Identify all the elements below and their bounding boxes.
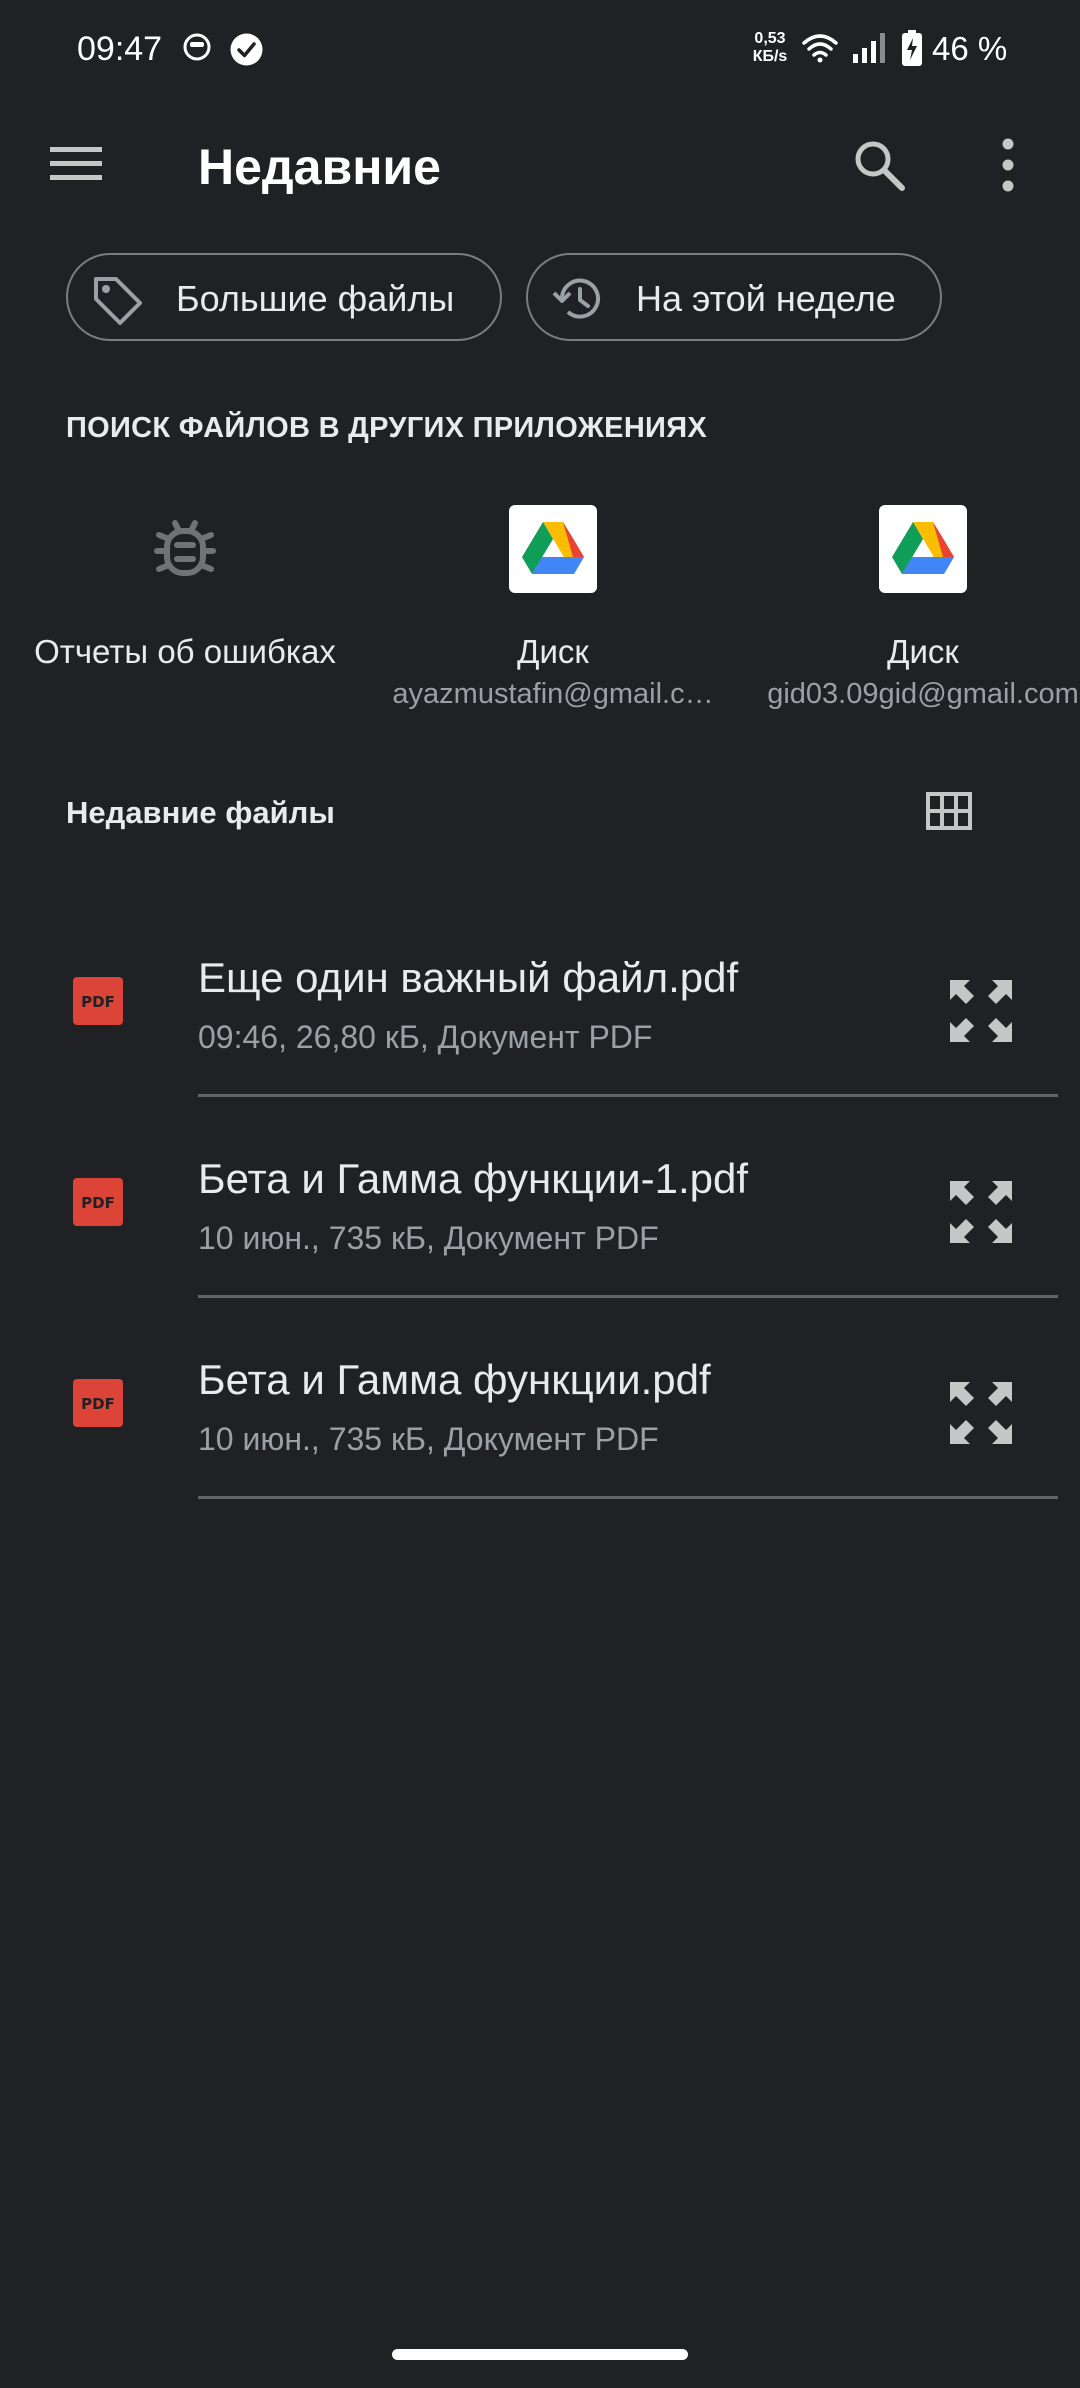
file-meta: 10 июн., 735 кБ, Документ PDF	[198, 1220, 659, 1256]
file-row[interactable]: PDF Бета и Гамма функции-1.pdf 10 июн., …	[0, 1125, 1080, 1325]
svg-text:PDF: PDF	[81, 1395, 115, 1413]
wifi-icon	[802, 34, 838, 63]
chip-large-files[interactable]: Большие файлы	[66, 253, 502, 341]
source-name: Диск	[517, 633, 589, 670]
row-divider	[198, 1094, 1058, 1097]
network-speed: 0,53 КБ/s	[752, 30, 788, 65]
file-meta: 10 июн., 735 кБ, Документ PDF	[198, 1421, 659, 1457]
file-name: Еще один важный файл.pdf	[198, 954, 739, 1001]
pdf-file-icon: PDF	[73, 977, 123, 1025]
pdf-file-icon: PDF	[73, 1379, 123, 1427]
page-title: Недавние	[198, 139, 441, 195]
file-name: Бета и Гамма функции-1.pdf	[198, 1155, 748, 1202]
home-gesture-bar[interactable]	[392, 2349, 688, 2360]
files-app-screen: 09:47 0,53 КБ/s 46 % Недавние Большие фа…	[0, 0, 1080, 2388]
source-name: Отчеты об ошибках	[34, 633, 336, 670]
google-drive-icon	[879, 505, 967, 593]
search-icon[interactable]	[852, 138, 906, 192]
status-bar: 09:47 0,53 КБ/s 46 %	[0, 0, 1080, 100]
file-meta: 09:46, 26,80 кБ, Документ PDF	[198, 1019, 653, 1055]
chip-this-week[interactable]: На этой неделе	[526, 253, 942, 341]
hamburger-menu-icon[interactable]	[50, 143, 102, 185]
chip-this-week-label: На этой неделе	[636, 278, 896, 319]
google-drive-icon	[509, 505, 597, 593]
grid-view-icon[interactable]	[926, 792, 972, 830]
svg-text:PDF: PDF	[81, 1194, 115, 1212]
history-icon	[552, 278, 600, 319]
pdf-file-icon: PDF	[73, 1178, 123, 1226]
file-row[interactable]: PDF Еще один важный файл.pdf 09:46, 26,8…	[0, 924, 1080, 1124]
file-row[interactable]: PDF Бета и Гамма функции.pdf 10 июн., 73…	[0, 1326, 1080, 1526]
check-circle-icon	[230, 33, 263, 66]
row-divider	[198, 1496, 1058, 1499]
fullscreen-preview-icon[interactable]	[948, 1380, 1014, 1446]
cellular-signal-icon	[853, 33, 885, 63]
app-bar: Недавние	[0, 110, 1080, 220]
more-vert-icon[interactable]	[996, 136, 1020, 194]
battery-charging-icon	[902, 30, 922, 66]
fullscreen-preview-icon[interactable]	[948, 978, 1014, 1044]
battery-percent: 46 %	[932, 30, 1008, 67]
other-apps-section-title: ПОИСК ФАЙЛОВ В ДРУГИХ ПРИЛОЖЕНИЯХ	[66, 412, 707, 444]
notification-face-icon	[183, 33, 211, 61]
source-name: Диск	[887, 633, 959, 670]
bug-report-icon	[154, 520, 216, 576]
row-divider	[198, 1295, 1058, 1298]
source-account: ayazmustafin@gmail.c…	[392, 678, 714, 710]
recent-files-title: Недавние файлы	[66, 795, 335, 830]
file-name: Бета и Гамма функции.pdf	[198, 1356, 711, 1403]
chip-large-files-label: Большие файлы	[176, 278, 455, 319]
source-account: gid03.09gid@gmail.com	[767, 678, 1079, 710]
tag-icon	[94, 277, 142, 325]
svg-text:PDF: PDF	[81, 993, 115, 1011]
status-time: 09:47	[77, 30, 163, 68]
fullscreen-preview-icon[interactable]	[948, 1179, 1014, 1245]
